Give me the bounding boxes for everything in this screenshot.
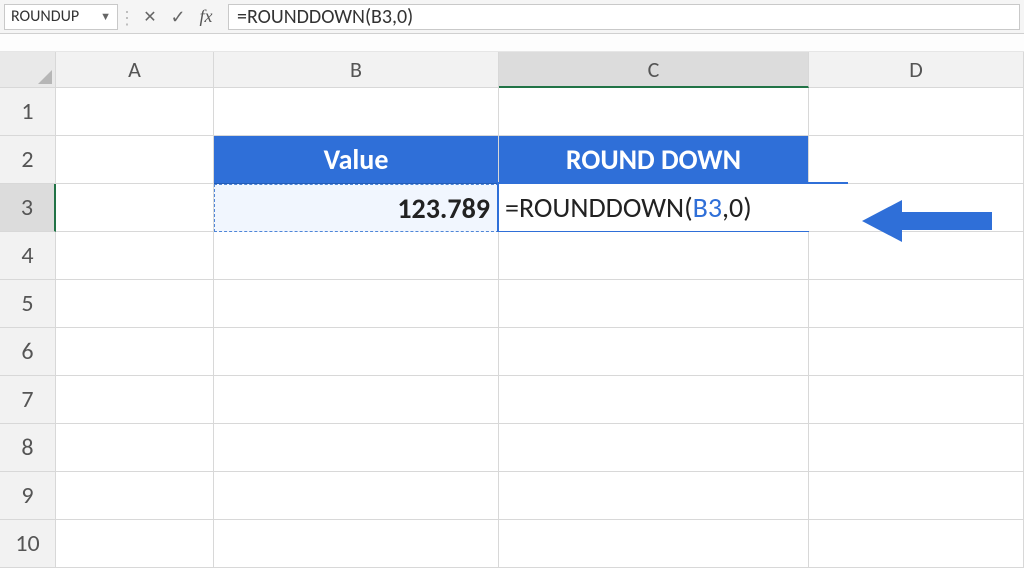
formula-input[interactable]: =ROUNDDOWN(B3,0) [228,4,1020,30]
excel-window: ROUNDUP ▼ ⋮ ✕ ✓ fx =ROUNDDOWN(B3,0) A B … [0,0,1024,576]
row-header-3[interactable]: 3 [0,184,56,232]
cell-D5[interactable] [809,280,1024,328]
cell-C7[interactable] [499,376,809,424]
cell-editor[interactable]: =ROUNDDOWN(B3,0) [497,182,848,233]
separator-icon: ⋮ [118,5,136,29]
cell-D9[interactable] [809,472,1024,520]
check-icon: ✓ [170,6,185,28]
cell-A4[interactable] [56,232,214,280]
spreadsheet-grid[interactable]: A B C D 1 2 Value ROUND DOWN 3 123.789 =… [0,52,1024,568]
cell-D6[interactable] [809,328,1024,376]
cell-D2[interactable] [809,136,1024,184]
enter-button[interactable]: ✓ [164,4,192,30]
cell-B4[interactable] [214,232,499,280]
cell-D10[interactable] [809,520,1024,568]
cell-A2[interactable] [56,136,214,184]
cell-B2[interactable]: Value [214,136,499,184]
cell-B3[interactable]: 123.789 [214,184,499,232]
cell-B7[interactable] [214,376,499,424]
select-all-corner[interactable] [0,52,56,88]
row-header-5[interactable]: 5 [0,280,56,328]
cell-A3[interactable] [56,184,214,232]
cell-A6[interactable] [56,328,214,376]
cell-C1[interactable] [499,88,809,136]
row-header-8[interactable]: 8 [0,424,56,472]
row-header-4[interactable]: 4 [0,232,56,280]
cell-B8[interactable] [214,424,499,472]
callout-arrow-icon [862,196,992,246]
cell-B5[interactable] [214,280,499,328]
column-header-D[interactable]: D [809,52,1024,88]
column-header-A[interactable]: A [56,52,214,88]
cell-C4[interactable] [499,232,809,280]
cell-C6[interactable] [499,328,809,376]
header-value-label: Value [324,142,389,177]
formula-suffix: ,0) [722,190,752,225]
insert-function-button[interactable]: fx [192,4,220,30]
cell-B9[interactable] [214,472,499,520]
value-b3: 123.789 [397,191,490,226]
header-rounddown-label: ROUND DOWN [566,142,741,177]
cancel-button[interactable]: ✕ [136,4,164,30]
formula-prefix: =ROUNDDOWN( [505,190,693,225]
row-header-6[interactable]: 6 [0,328,56,376]
formula-ref: B3 [693,190,722,225]
row-header-9[interactable]: 9 [0,472,56,520]
cell-B6[interactable] [214,328,499,376]
column-header-C[interactable]: C [499,52,809,88]
cell-A8[interactable] [56,424,214,472]
name-box[interactable]: ROUNDUP ▼ [4,4,118,30]
cell-C5[interactable] [499,280,809,328]
cell-edit-wrap: =ROUNDDOWN(B3,0) ROUNDDOWN(number, num_d… [499,184,808,231]
cell-A9[interactable] [56,472,214,520]
cell-B1[interactable] [214,88,499,136]
cell-A10[interactable] [56,520,214,568]
fx-icon: fx [200,6,213,27]
cell-C8[interactable] [499,424,809,472]
cell-C9[interactable] [499,472,809,520]
cell-D1[interactable] [809,88,1024,136]
cell-B10[interactable] [214,520,499,568]
row-header-10[interactable]: 10 [0,520,56,568]
cell-A7[interactable] [56,376,214,424]
cell-C10[interactable] [499,520,809,568]
close-icon: ✕ [143,7,156,27]
cell-A5[interactable] [56,280,214,328]
name-box-value: ROUNDUP [11,7,100,26]
ribbon-collapsed-strip [0,34,1024,52]
row-header-1[interactable]: 1 [0,88,56,136]
cell-D7[interactable] [809,376,1024,424]
cell-C2[interactable]: ROUND DOWN [499,136,809,184]
chevron-down-icon: ▼ [100,10,111,23]
cell-D8[interactable] [809,424,1024,472]
formula-text: =ROUNDDOWN(B3,0) [237,5,413,29]
row-header-2[interactable]: 2 [0,136,56,184]
formula-bar-row: ROUNDUP ▼ ⋮ ✕ ✓ fx =ROUNDDOWN(B3,0) [0,0,1024,34]
row-header-7[interactable]: 7 [0,376,56,424]
cell-C3[interactable]: =ROUNDDOWN(B3,0) ROUNDDOWN(number, num_d… [499,184,809,232]
cell-A1[interactable] [56,88,214,136]
column-header-B[interactable]: B [214,52,499,88]
